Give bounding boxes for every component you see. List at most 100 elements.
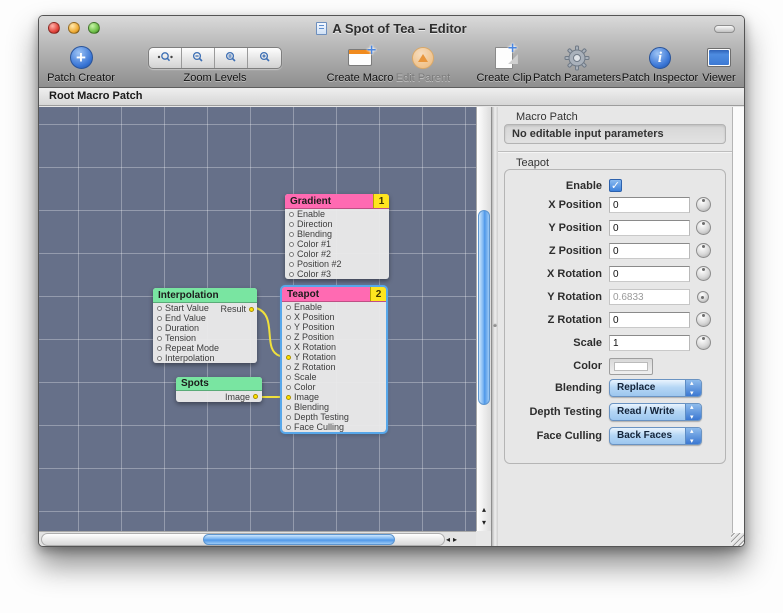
port-depth-testing[interactable]: Depth Testing — [282, 412, 386, 422]
graph-canvas[interactable]: Gradient 1 Enable Direction Blending Col… — [39, 107, 476, 531]
x-position-knob[interactable] — [696, 197, 711, 212]
window-resize-grip[interactable] — [731, 533, 744, 546]
port-dot — [157, 306, 162, 311]
port-y-position[interactable]: Y Position — [282, 322, 386, 332]
port-direction[interactable]: Direction — [285, 219, 389, 229]
z-rotation-input[interactable] — [609, 312, 690, 328]
popup-arrows-icon — [685, 404, 701, 420]
z-position-knob[interactable] — [696, 243, 711, 258]
param-row-x-position: X Position — [498, 197, 745, 215]
node-teapot-title: Teapot — [287, 289, 319, 300]
enable-checkbox[interactable]: ✓ — [609, 179, 622, 192]
viewer-window-icon — [707, 48, 731, 67]
port-blending[interactable]: Blending — [285, 229, 389, 239]
y-rotation-knob — [697, 291, 709, 303]
port-image[interactable]: Image — [282, 392, 386, 402]
port-dot — [289, 232, 294, 237]
x-rotation-input[interactable] — [609, 266, 690, 282]
param-row-z-rotation: Z Rotation — [498, 312, 745, 330]
port-z-position[interactable]: Z Position — [282, 332, 386, 342]
toolbar-toggle-pill[interactable] — [714, 25, 735, 33]
zoom-in-icon — [258, 51, 272, 64]
port-position2[interactable]: Position #2 — [285, 259, 389, 269]
port-tension[interactable]: Tension — [153, 333, 257, 343]
title-bar[interactable]: A Spot of Tea – Editor — [39, 16, 744, 41]
port-dot — [157, 316, 162, 321]
z-rotation-knob[interactable] — [696, 312, 711, 327]
face-culling-popup[interactable]: Back Faces — [609, 427, 702, 445]
port-enable[interactable]: Enable — [285, 209, 389, 219]
gear-icon — [564, 45, 590, 71]
depth-testing-popup[interactable]: Read / Write — [609, 403, 702, 421]
section-separator — [498, 151, 745, 152]
scroll-down-arrow[interactable]: ▾ — [477, 516, 491, 529]
port-dot — [289, 212, 294, 217]
port-end-value[interactable]: End Value — [153, 313, 257, 323]
zoom-out-button[interactable] — [182, 48, 215, 68]
x-position-input[interactable] — [609, 197, 690, 213]
port-color1[interactable]: Color #1 — [285, 239, 389, 249]
viewer-button[interactable]: Viewer — [689, 44, 745, 84]
plus-circle-icon: + — [70, 46, 93, 69]
zoom-levels-control: Zoom Levels — [140, 44, 290, 84]
root-macro-patch-title: Root Macro Patch — [49, 90, 143, 102]
zoom-out-icon — [191, 51, 205, 64]
port-dot — [289, 272, 294, 277]
y-position-knob[interactable] — [696, 220, 711, 235]
zoom-actual-icon — [224, 51, 238, 64]
color-well[interactable] — [609, 358, 653, 375]
port-z-rotation[interactable]: Z Rotation — [282, 362, 386, 372]
port-dot-connected — [286, 395, 291, 400]
zoom-actual-button[interactable] — [215, 48, 248, 68]
x-rotation-knob[interactable] — [696, 266, 711, 281]
param-row-scale: Scale — [498, 335, 745, 353]
port-scale[interactable]: Scale — [282, 372, 386, 382]
port-dot-connected — [286, 355, 291, 360]
port-enable[interactable]: Enable — [282, 302, 386, 312]
port-blending[interactable]: Blending — [282, 402, 386, 412]
zoom-in-button[interactable] — [248, 48, 281, 68]
node-gradient[interactable]: Gradient 1 Enable Direction Blending Col… — [285, 194, 389, 279]
scroll-left-arrow[interactable]: ◂ — [446, 535, 453, 544]
canvas-vertical-scrollbar[interactable]: ▴ ▾ — [476, 107, 491, 531]
port-color3[interactable]: Color #3 — [285, 269, 389, 279]
port-dot-connected — [253, 394, 258, 399]
port-result-output[interactable]: Result — [220, 304, 254, 314]
zoom-fit-button[interactable] — [149, 48, 182, 68]
popup-arrows-icon — [685, 428, 701, 444]
port-x-rotation[interactable]: X Rotation — [282, 342, 386, 352]
port-duration[interactable]: Duration — [153, 323, 257, 333]
port-color[interactable]: Color — [282, 382, 386, 392]
port-interpolation[interactable]: Interpolation — [153, 353, 257, 363]
port-y-rotation[interactable]: Y Rotation — [282, 352, 386, 362]
z-position-input[interactable] — [609, 243, 690, 259]
horizontal-scroll-thumb[interactable] — [203, 534, 395, 545]
blending-popup[interactable]: Replace — [609, 379, 702, 397]
port-face-culling[interactable]: Face Culling — [282, 422, 386, 432]
teapot-section-label: Teapot — [516, 157, 549, 169]
param-row-x-rotation: X Rotation — [498, 266, 745, 284]
y-position-input[interactable] — [609, 220, 690, 236]
port-repeat-mode[interactable]: Repeat Mode — [153, 343, 257, 353]
scale-input[interactable] — [609, 335, 690, 351]
port-color2[interactable]: Color #2 — [285, 249, 389, 259]
port-image-output[interactable]: Image — [176, 391, 262, 402]
wire-result-to-yrotation[interactable] — [256, 308, 280, 356]
scale-knob[interactable] — [696, 335, 711, 350]
connection-wires — [39, 107, 476, 531]
port-dot — [289, 242, 294, 247]
node-teapot[interactable]: Teapot 2 Enable X Position Y Position Z … — [282, 287, 386, 432]
vertical-scroll-thumb[interactable] — [478, 210, 490, 405]
canvas-horizontal-scrollbar[interactable]: ◂▸ — [39, 531, 476, 547]
panel-scrollbar-track[interactable] — [732, 107, 744, 533]
patch-creator-button[interactable]: + Patch Creator — [38, 44, 136, 84]
horizontal-scroll-track[interactable] — [41, 533, 445, 546]
port-dot — [157, 336, 162, 341]
port-dot — [286, 325, 291, 330]
node-interpolation[interactable]: Interpolation Result Start Value End Val… — [153, 288, 257, 363]
scroll-up-arrow[interactable]: ▴ — [477, 503, 491, 516]
panel-splitter[interactable] — [491, 107, 498, 547]
port-x-position[interactable]: X Position — [282, 312, 386, 322]
scroll-right-arrow[interactable]: ▸ — [453, 535, 460, 544]
node-spots[interactable]: Spots Image — [176, 377, 262, 402]
